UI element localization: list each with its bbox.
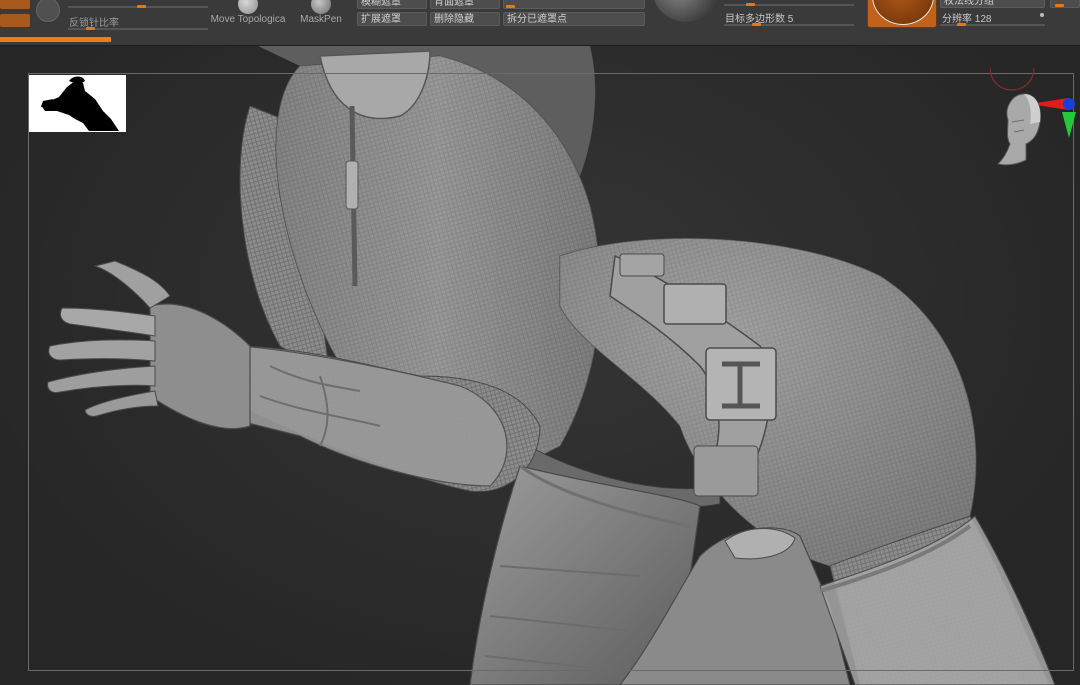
top-toolbar: 反锁针比率 Move Topologica MaskPen 模糊遮罩 背面遮罩 … <box>0 0 1080 46</box>
resolution-label: 分辨率 128 <box>942 14 992 25</box>
head-orientation-icon[interactable] <box>996 93 1041 166</box>
slider-track[interactable] <box>724 24 854 26</box>
slider-handle[interactable] <box>1055 4 1064 7</box>
backface-mask-button[interactable]: 背面遮罩 <box>430 0 500 9</box>
slider-track[interactable] <box>940 24 1045 26</box>
material-swatch[interactable] <box>867 0 937 28</box>
palette-chip[interactable] <box>0 14 30 27</box>
tool-label: Move Topologica <box>210 14 286 25</box>
slider-handle[interactable] <box>506 5 515 8</box>
tool-label: MaskPen <box>300 14 342 25</box>
split-masked-points-button[interactable]: 拆分已遮罩点 <box>503 12 645 26</box>
weighted-normal-group-button[interactable]: 权法线分组 <box>940 0 1045 8</box>
material-sphere-icon <box>872 0 934 25</box>
rotation-ring-icon[interactable] <box>989 46 1035 91</box>
document-frame <box>28 73 1074 671</box>
progress-bar <box>0 37 111 42</box>
slider-handle[interactable] <box>746 3 755 6</box>
resolution-dot-icon[interactable] <box>1040 13 1044 17</box>
silhouette-thumbnail[interactable] <box>29 75 126 132</box>
brush-sphere-icon <box>238 0 258 14</box>
slider-track[interactable] <box>724 4 854 6</box>
brush-sphere-icon <box>311 0 331 14</box>
y-axis-arrow-icon[interactable] <box>1062 112 1076 138</box>
blur-mask-button[interactable]: 模糊遮罩 <box>357 0 427 9</box>
navigation-gizmo[interactable] <box>989 46 1080 188</box>
mask-options-field[interactable] <box>503 0 645 9</box>
brush-preview-sphere[interactable] <box>652 0 720 22</box>
silhouette-icon <box>41 76 119 131</box>
canvas-viewport[interactable] <box>0 46 1080 685</box>
slider-handle[interactable] <box>86 27 95 30</box>
lazy-mouse-icon[interactable] <box>36 0 60 22</box>
slider-handle[interactable] <box>752 23 761 26</box>
grow-mask-button[interactable]: 扩展遮罩 <box>357 12 427 26</box>
maskpen-button[interactable]: MaskPen <box>298 0 344 25</box>
delete-hidden-button[interactable]: 删除隐藏 <box>430 12 500 26</box>
palette-chip[interactable] <box>0 0 30 9</box>
z-axis-dot-icon[interactable] <box>1063 98 1075 110</box>
slider-handle[interactable] <box>137 5 146 8</box>
slider-handle[interactable] <box>957 23 966 26</box>
move-topological-button[interactable]: Move Topologica <box>210 0 286 25</box>
